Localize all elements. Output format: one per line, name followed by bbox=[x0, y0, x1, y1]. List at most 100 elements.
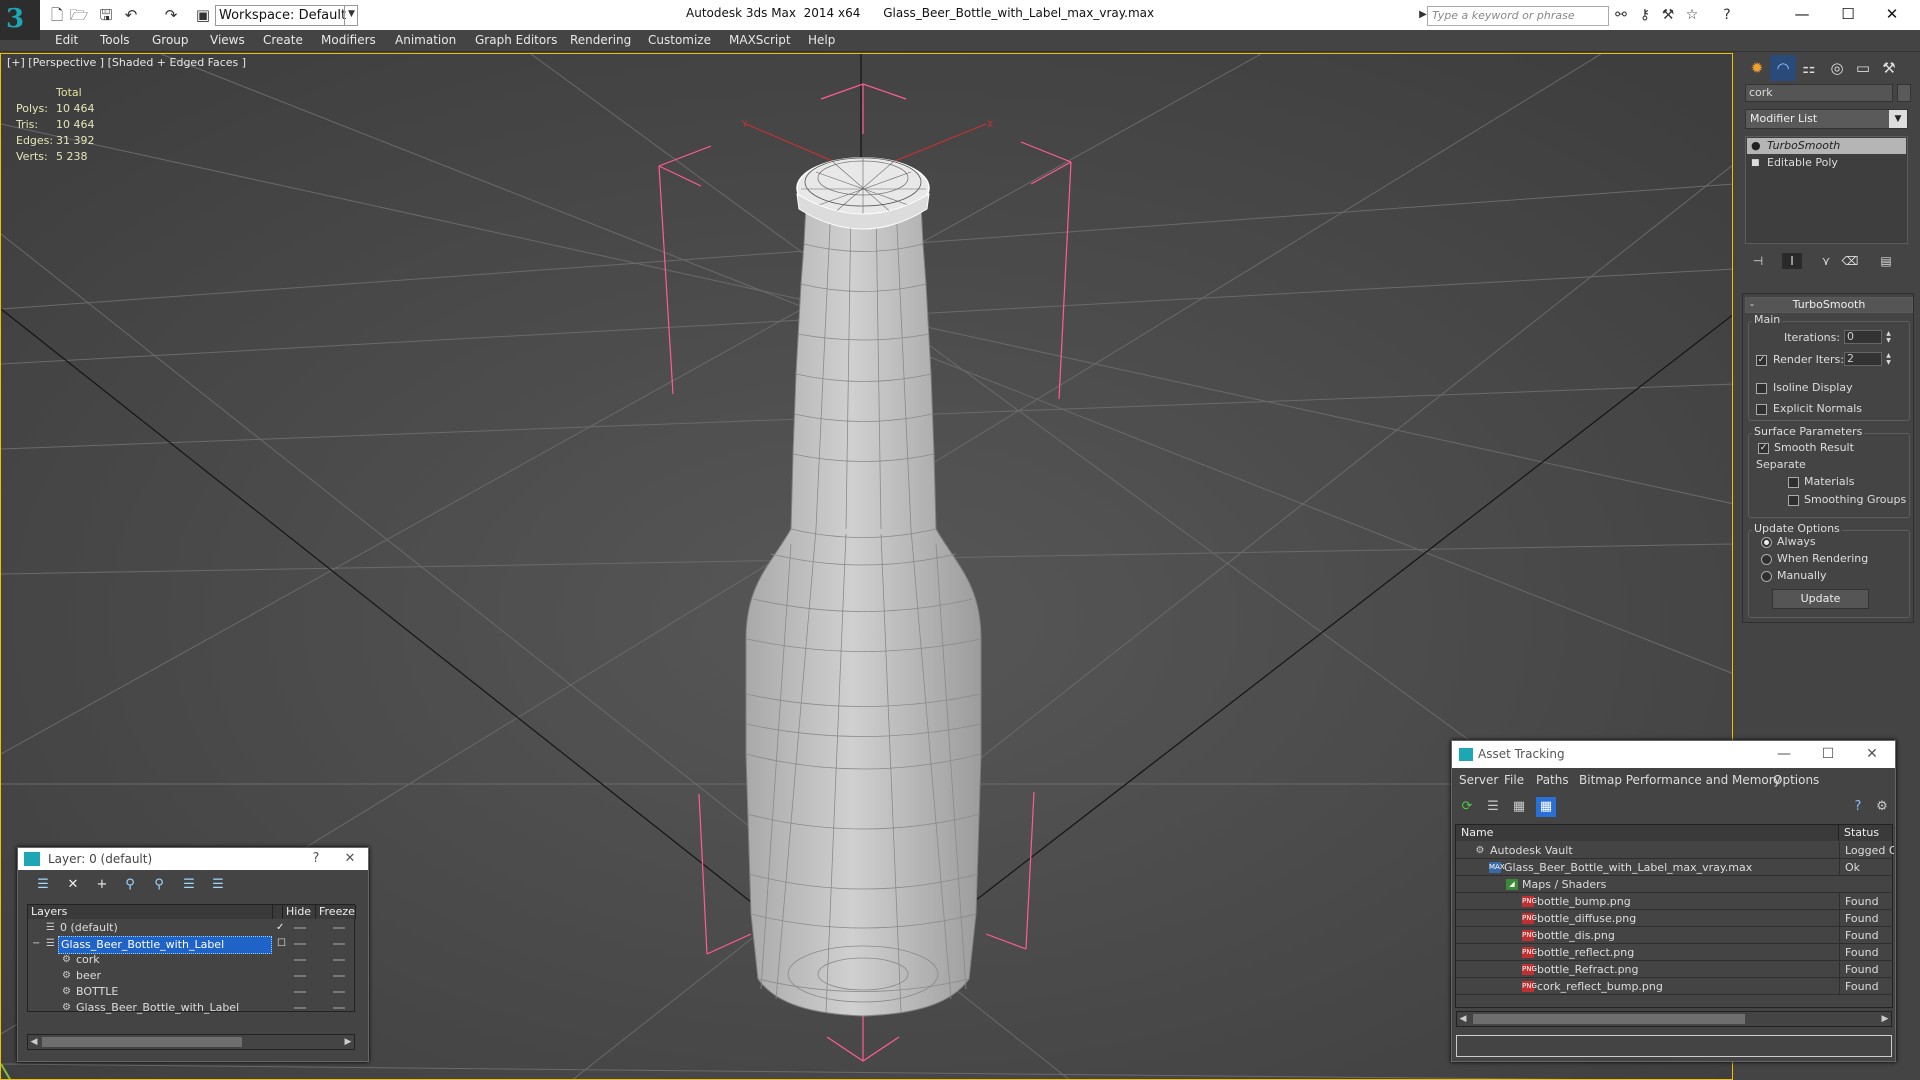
minimize-icon[interactable]: — bbox=[1766, 741, 1802, 768]
hide-toggle[interactable] bbox=[294, 975, 306, 977]
isoline-display-checkbox[interactable] bbox=[1756, 383, 1767, 394]
scrollbar-thumb[interactable] bbox=[1473, 1014, 1745, 1024]
asset-row-bottle-diffuse[interactable]: PNG bottle_diffuse.png Found bbox=[1456, 910, 1893, 927]
asset-row-bottle-bump[interactable]: PNG bottle_bump.png Found bbox=[1456, 893, 1893, 910]
maximize-icon[interactable]: ☐ bbox=[1810, 741, 1846, 768]
menu-views[interactable]: Views bbox=[210, 32, 245, 48]
app-logo[interactable]: 3 bbox=[0, 0, 40, 40]
scroll-right-icon[interactable]: ▶ bbox=[1879, 1012, 1891, 1026]
layer-horizontal-scrollbar[interactable]: ◀ ▶ bbox=[27, 1034, 355, 1050]
hide-toggle[interactable] bbox=[294, 1007, 306, 1009]
list-view-icon[interactable]: ☰ bbox=[1483, 797, 1503, 817]
scroll-left-icon[interactable]: ◀ bbox=[1457, 1012, 1469, 1026]
menu-group[interactable]: Group bbox=[152, 32, 189, 48]
collapse-icon[interactable]: - bbox=[1750, 298, 1754, 312]
new-file-icon[interactable]: 🗋 bbox=[46, 4, 68, 26]
scroll-left-icon[interactable]: ◀ bbox=[28, 1035, 40, 1049]
redo-icon[interactable]: ↷ bbox=[160, 4, 182, 26]
scroll-right-icon[interactable]: ▶ bbox=[342, 1035, 354, 1049]
highlight-layer-icon[interactable]: ⚲ bbox=[148, 874, 170, 896]
modifier-list-dropdown[interactable]: Modifier List ▼ bbox=[1745, 109, 1908, 129]
utilities-tab-icon[interactable]: ⚒ bbox=[1876, 55, 1902, 81]
smoothing-groups-checkbox[interactable] bbox=[1788, 495, 1799, 506]
display-tab-icon[interactable]: ▭ bbox=[1850, 55, 1876, 81]
asset-row-vault[interactable]: ⚙ Autodesk Vault Logged O bbox=[1456, 842, 1894, 859]
asset-row-maps-shaders[interactable]: ◢ Maps / Shaders bbox=[1456, 876, 1893, 893]
spinner-arrows-icon[interactable]: ▲ ▼ bbox=[1884, 330, 1893, 344]
layers-column-header[interactable]: Layers bbox=[28, 905, 273, 919]
asset-row-bottle-reflect[interactable]: PNG bottle_reflect.png Found bbox=[1456, 944, 1893, 961]
freeze-toggle[interactable] bbox=[333, 927, 345, 929]
scrollbar-thumb[interactable] bbox=[42, 1037, 242, 1047]
refresh-icon[interactable]: ⟳ bbox=[1457, 797, 1477, 817]
thumbnail-view-icon[interactable]: ▦ bbox=[1509, 797, 1529, 817]
motion-tab-icon[interactable]: ◎ bbox=[1824, 55, 1850, 81]
freeze-toggle[interactable] bbox=[333, 975, 345, 977]
remove-modifier-icon[interactable]: ⌫ bbox=[1840, 253, 1860, 269]
project-folder-icon[interactable]: ▣ bbox=[192, 4, 214, 26]
expand-icon[interactable]: ■ bbox=[1751, 155, 1760, 171]
asset-row-bottle-dis[interactable]: PNG bottle_dis.png Found bbox=[1456, 927, 1893, 944]
open-file-icon[interactable]: 🗁 bbox=[68, 4, 90, 26]
menu-help[interactable]: Help bbox=[808, 32, 835, 48]
status-column-header[interactable]: Status bbox=[1839, 825, 1893, 841]
select-layer-objects-icon[interactable]: ⚲ bbox=[119, 874, 141, 896]
asset-row-max-file[interactable]: MAX Glass_Beer_Bottle_with_Label_max_vra… bbox=[1456, 859, 1893, 876]
show-end-result-icon[interactable]: Ⅰ bbox=[1782, 253, 1802, 269]
layer-window-title-bar[interactable]: Layer: 0 (default) ? ✕ bbox=[18, 848, 368, 870]
render-iters-checkbox[interactable]: ✓ bbox=[1756, 355, 1767, 366]
layer-row-bottle[interactable]: ⚙ BOTTLE bbox=[28, 984, 355, 1000]
manually-radio[interactable] bbox=[1761, 571, 1772, 582]
binoculars-icon[interactable]: ⚯ bbox=[1612, 6, 1630, 24]
materials-checkbox[interactable] bbox=[1788, 477, 1799, 488]
menu-tools[interactable]: Tools bbox=[100, 32, 130, 48]
render-iters-spinner[interactable]: 2 bbox=[1844, 352, 1882, 366]
always-radio[interactable] bbox=[1761, 537, 1772, 548]
table-view-icon[interactable]: ▦ bbox=[1536, 797, 1556, 817]
minimize-icon[interactable]: — bbox=[1782, 2, 1822, 26]
when-rendering-radio[interactable] bbox=[1761, 554, 1772, 565]
close-icon[interactable]: ✕ bbox=[336, 848, 364, 870]
create-tab-icon[interactable]: ✹ bbox=[1744, 55, 1770, 81]
workspace-dropdown[interactable]: Workspace: Default bbox=[215, 5, 358, 26]
menu-animation[interactable]: Animation bbox=[395, 32, 456, 48]
pin-stack-icon[interactable]: ⊣ bbox=[1748, 253, 1768, 269]
asset-menu-options[interactable]: Options bbox=[1773, 773, 1819, 787]
layer-row-default[interactable]: ☰ 0 (default) ✓ bbox=[28, 920, 355, 936]
active-layer-check-icon[interactable]: ✓ bbox=[276, 920, 284, 936]
smooth-result-checkbox[interactable]: ✓ bbox=[1758, 443, 1769, 454]
asset-menu-server[interactable]: Server bbox=[1459, 773, 1498, 787]
menu-customize[interactable]: Customize bbox=[648, 32, 711, 48]
freeze-all-icon[interactable]: ☰ bbox=[207, 874, 229, 896]
asset-row-cork-reflect-bump[interactable]: PNG cork_reflect_bump.png Found bbox=[1456, 978, 1893, 995]
key-icon[interactable]: ⚷ bbox=[1636, 6, 1654, 24]
help-icon[interactable]: ? bbox=[1848, 797, 1868, 817]
hide-toggle[interactable] bbox=[294, 927, 306, 929]
set-current-layer-icon[interactable]: ☐ bbox=[277, 936, 286, 952]
asset-horizontal-scrollbar[interactable]: ◀ ▶ bbox=[1456, 1011, 1892, 1027]
stack-item-editable-poly[interactable]: ■ Editable Poly bbox=[1747, 155, 1906, 171]
update-button[interactable]: Update bbox=[1772, 589, 1869, 609]
hide-column-header[interactable]: Hide bbox=[283, 905, 316, 919]
spinner-arrows-icon[interactable]: ▲ ▼ bbox=[1884, 352, 1893, 366]
asset-menu-file[interactable]: File bbox=[1504, 773, 1524, 787]
freeze-toggle[interactable] bbox=[333, 1007, 345, 1009]
tools-icon[interactable]: ⚒ bbox=[1659, 6, 1677, 24]
hide-toggle[interactable] bbox=[294, 943, 306, 945]
hide-all-icon[interactable]: ☰ bbox=[178, 874, 200, 896]
menu-create[interactable]: Create bbox=[263, 32, 303, 48]
help-icon[interactable]: ? bbox=[1718, 6, 1736, 24]
freeze-toggle[interactable] bbox=[333, 959, 345, 961]
layer-row-glass-beer-bottle[interactable]: − ☰ Glass_Beer_Bottle_with_Label ☐ bbox=[28, 936, 355, 954]
object-name-field[interactable]: cork bbox=[1745, 84, 1893, 102]
rollout-header-turbosmooth[interactable]: - TurboSmooth bbox=[1745, 297, 1913, 313]
configure-modifier-sets-icon[interactable]: ▤ bbox=[1876, 253, 1896, 269]
collapse-icon[interactable]: − bbox=[32, 936, 40, 952]
asset-tracking-title-bar[interactable]: Asset Tracking — ☐ ✕ bbox=[1452, 741, 1895, 768]
hide-toggle[interactable] bbox=[294, 991, 306, 993]
explicit-normals-checkbox[interactable] bbox=[1756, 404, 1767, 415]
menu-modifiers[interactable]: Modifiers bbox=[321, 32, 376, 48]
star-icon[interactable]: ☆ bbox=[1683, 6, 1701, 24]
save-icon[interactable]: 🖫 bbox=[95, 4, 117, 26]
chevron-down-icon[interactable]: ▼ bbox=[1889, 110, 1907, 128]
